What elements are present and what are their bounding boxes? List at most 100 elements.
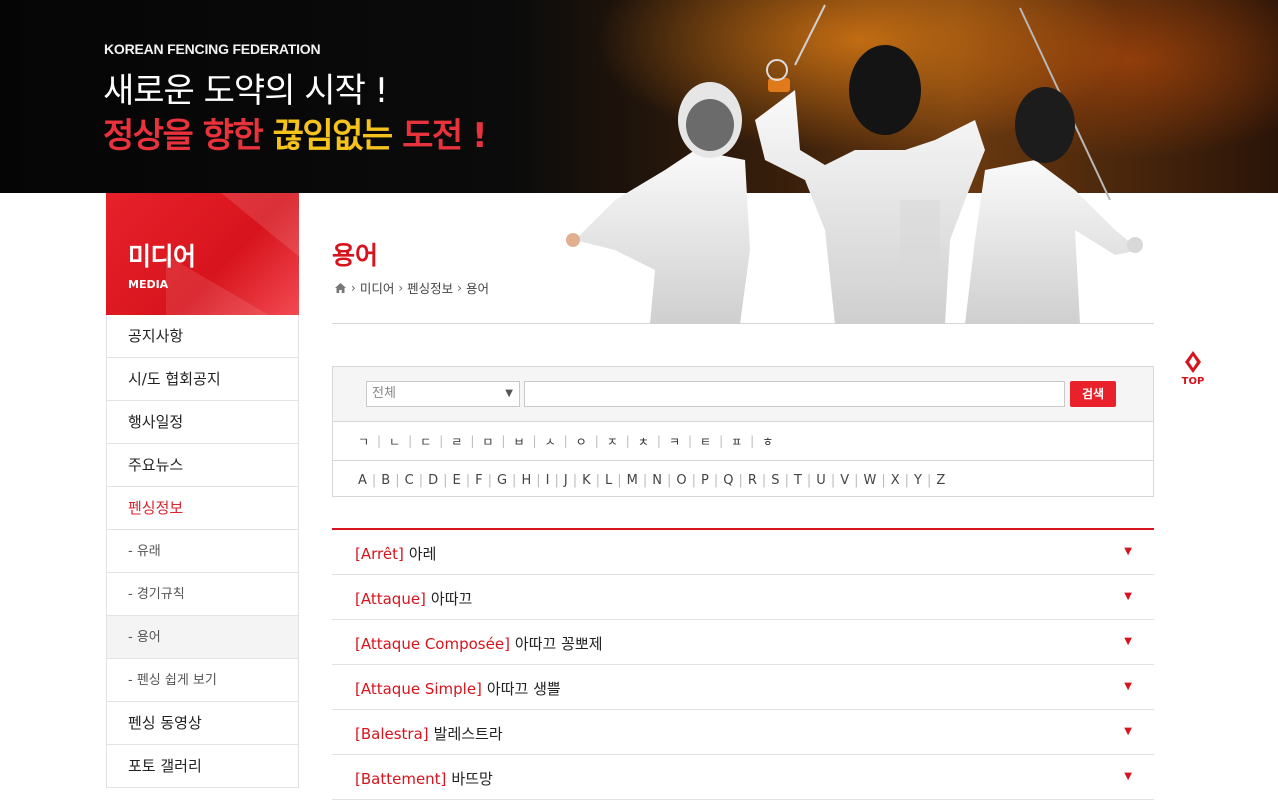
english-initial-filter-5[interactable]: F — [475, 473, 482, 488]
search-button[interactable]: 검색 — [1070, 381, 1116, 407]
chevron-right-icon: › — [398, 280, 404, 295]
korean-initial-filter-7[interactable]: ㅇ — [576, 433, 587, 450]
english-initial-filter-14[interactable]: O — [676, 473, 686, 488]
korean-initial-filter-5[interactable]: ㅂ — [513, 433, 524, 450]
sidebar-subitem-terms[interactable]: - 용어 — [106, 616, 299, 659]
sidebar-item-notice[interactable]: 공지사항 — [106, 315, 299, 358]
english-initial-filter-0[interactable]: A — [358, 473, 367, 488]
divider: | — [656, 434, 661, 448]
sidebar-item-regional-notice[interactable]: 시/도 협회공지 — [106, 358, 299, 401]
divider: | — [594, 434, 599, 448]
divider: | — [666, 472, 672, 488]
english-initial-filter-22[interactable]: W — [864, 473, 877, 488]
korean-initial-filter-4[interactable]: ㅁ — [482, 433, 493, 450]
home-icon[interactable] — [334, 282, 347, 294]
triangle-down-icon[interactable]: ▼ — [1124, 726, 1132, 737]
chevron-down-icon: ▼ — [505, 388, 513, 399]
breadcrumb-item[interactable]: 미디어 — [360, 278, 395, 297]
terms-list: [Arrêt] 아레 ▼ [Attaque] 아따끄 ▼ [Attaque Composée… — [332, 528, 1154, 800]
korean-initial-filter-6[interactable]: ㅅ — [545, 433, 556, 450]
term-text: [Attaque Composée] 아따끄 꽁뽀제 — [355, 633, 603, 654]
divider: | — [554, 472, 559, 488]
english-initial-filter-24[interactable]: Y — [914, 473, 922, 488]
divider: | — [470, 434, 475, 448]
term-text: [Arrêt] 아레 — [355, 543, 436, 564]
term-row[interactable]: [Battement] 바뜨망 ▼ — [332, 755, 1154, 800]
term-row[interactable]: [Balestra] 발레스트라 ▼ — [332, 710, 1154, 755]
english-initial-filter-17[interactable]: R — [748, 473, 757, 488]
english-initial-filter-4[interactable]: E — [452, 473, 460, 488]
triangle-down-icon[interactable]: ▼ — [1124, 771, 1132, 782]
english-initial-filter-3[interactable]: D — [428, 473, 438, 488]
divider: | — [687, 434, 693, 448]
korean-initial-filter-12[interactable]: ㅍ — [731, 433, 742, 450]
english-initial-filter-23[interactable]: X — [891, 473, 900, 488]
divider: | — [691, 472, 696, 488]
english-initial-filter-8[interactable]: I — [546, 473, 550, 488]
english-initial-filter-10[interactable]: K — [582, 473, 591, 488]
scroll-top-button[interactable]: TOP — [1181, 350, 1205, 387]
english-initial-filter-21[interactable]: V — [840, 473, 849, 488]
term-row[interactable]: [Attaque] 아따끄 ▼ — [332, 575, 1154, 620]
english-initial-filter-13[interactable]: N — [652, 473, 662, 488]
english-initial-filter-1[interactable]: B — [381, 473, 390, 488]
english-initial-filter-25[interactable]: Z — [936, 473, 945, 488]
korean-initial-filter-11[interactable]: ㅌ — [700, 433, 711, 450]
term-row[interactable]: [Attaque Composée] 아따끄 꽁뽀제 ▼ — [332, 620, 1154, 665]
english-initial-filter-18[interactable]: S — [771, 473, 779, 488]
divider: | — [408, 434, 413, 448]
term-row[interactable]: [Arrêt] 아레 ▼ — [332, 530, 1154, 575]
sidebar-item-schedule[interactable]: 행사일정 — [106, 401, 299, 444]
sidebar-item-fencing-info[interactable]: 펜싱정보 — [106, 487, 299, 530]
term-korean: 아따끄 — [430, 590, 473, 608]
triangle-down-icon[interactable]: ▼ — [1124, 681, 1132, 692]
triangle-down-icon[interactable]: ▼ — [1124, 546, 1132, 557]
divider: | — [881, 472, 886, 488]
english-initial-filter-7[interactable]: H — [521, 473, 531, 488]
triangle-down-icon[interactable]: ▼ — [1124, 636, 1132, 647]
english-initial-filter-9[interactable]: J — [564, 473, 568, 488]
sidebar-subitem-origin[interactable]: - 유래 — [106, 530, 299, 573]
term-text: [Attaque] 아따끄 — [355, 588, 472, 609]
english-initial-filter-2[interactable]: C — [405, 473, 414, 488]
korean-initial-filter-3[interactable]: ㄹ — [451, 433, 462, 450]
korean-initial-filter-10[interactable]: ㅋ — [669, 433, 680, 450]
sidebar-subitem-rules[interactable]: - 경기규칙 — [106, 573, 299, 616]
divider: | — [806, 472, 812, 488]
english-initial-filter-12[interactable]: M — [627, 473, 638, 488]
korean-initials-row: ㄱ | ㄴ | ㄷ | ㄹ | ㅁ | ㅂ | ㅅ | ㅇ | ㅈ | ㅊ | ㅋ | ㅌ | ㅍ | ㅎ — [333, 422, 1153, 461]
korean-initial-filter-0[interactable]: ㄱ — [358, 433, 369, 450]
term-french: [Balestra] — [355, 725, 429, 743]
korean-initial-filter-8[interactable]: ㅈ — [607, 433, 618, 450]
korean-initial-filter-1[interactable]: ㄴ — [389, 433, 400, 450]
korean-initial-filter-13[interactable]: ㅎ — [762, 433, 773, 450]
sidebar-item-photo-gallery[interactable]: 포토 갤러리 — [106, 745, 299, 788]
term-french: [Attaque Composée] — [355, 635, 510, 653]
english-initial-filter-11[interactable]: L — [605, 473, 612, 488]
divider: | — [563, 434, 568, 448]
category-select-value: 전체 — [372, 386, 396, 401]
divider: | — [830, 472, 836, 488]
term-text: [Battement] 바뜨망 — [355, 768, 493, 789]
divider: | — [617, 472, 622, 488]
breadcrumb-item[interactable]: 펜싱정보 — [407, 278, 453, 297]
search-input[interactable] — [524, 381, 1065, 407]
korean-initial-filter-9[interactable]: ㅊ — [638, 433, 649, 450]
divider: | — [536, 472, 541, 488]
english-initial-filter-15[interactable]: P — [701, 473, 709, 488]
korean-initial-filter-2[interactable]: ㄷ — [420, 433, 431, 450]
english-initial-filter-16[interactable]: Q — [723, 473, 733, 488]
term-row[interactable]: [Attaque Simple] 아따끄 생쁠 ▼ — [332, 665, 1154, 710]
english-initial-filter-6[interactable]: G — [497, 473, 507, 488]
english-initial-filter-20[interactable]: U — [816, 473, 826, 488]
english-initial-filter-19[interactable]: T — [794, 473, 802, 488]
page-title: 용어 — [332, 241, 379, 270]
sidebar-item-videos[interactable]: 펜싱 동영상 — [106, 702, 299, 745]
divider: | — [642, 472, 648, 488]
triangle-down-icon[interactable]: ▼ — [1124, 591, 1132, 602]
sidebar-subitem-easy-guide[interactable]: - 펜싱 쉽게 보기 — [106, 659, 299, 702]
sidebar-item-news[interactable]: 주요뉴스 — [106, 444, 299, 487]
breadcrumb: › 미디어 › 펜싱정보 › 용어 — [334, 278, 489, 297]
divider: | — [443, 472, 448, 488]
category-select[interactable]: 전체 ▼ — [366, 381, 520, 407]
